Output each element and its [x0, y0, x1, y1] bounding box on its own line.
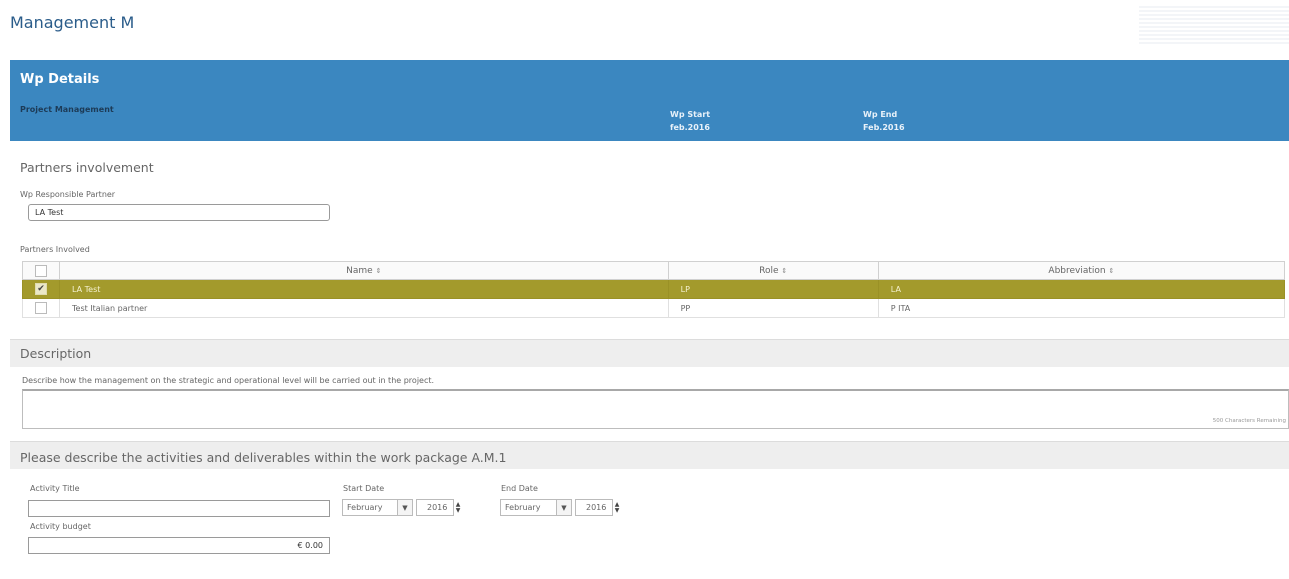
activity-budget-label: Activity budget	[30, 522, 91, 531]
description-section-title: Description	[20, 346, 92, 361]
chevron-down-icon[interactable]: ▼	[556, 499, 572, 516]
end-year-value: 2016	[586, 503, 607, 512]
start-month-value: February	[347, 503, 383, 512]
partner-abbreviation: P ITA	[877, 298, 1286, 318]
responsible-partner-field[interactable]: LA Test	[28, 204, 330, 221]
partner-name: Test Italian partner	[59, 298, 669, 318]
description-prompt: Describe how the management on the strat…	[22, 376, 435, 385]
partners-table: Name ⇕ Role ⇕ Abbreviation ⇕ ✔ LA Test L…	[22, 261, 1286, 318]
sort-icon[interactable]: ⇕	[1109, 267, 1115, 275]
wp-end-value: Feb.2016	[863, 123, 905, 132]
activity-title-label: Activity Title	[30, 484, 80, 493]
end-year-spinner-icon[interactable]: ▲ ▼	[612, 499, 622, 516]
characters-remaining: 500 Characters Remaining	[1212, 418, 1286, 424]
select-all-header[interactable]	[22, 261, 60, 280]
partners-section-title: Partners involvement	[20, 160, 154, 175]
end-date-label: End Date	[501, 484, 538, 493]
wp-details-title: Wp Details	[20, 72, 100, 87]
activity-budget-value: € 0.00	[297, 541, 323, 550]
description-section-band	[10, 339, 1289, 367]
chevron-down-icon[interactable]: ▼	[397, 499, 413, 516]
table-row[interactable]: ✔ LA Test LP LA	[22, 279, 1286, 299]
row-checkbox[interactable]	[35, 302, 47, 314]
responsible-partner-value: LA Test	[35, 208, 64, 217]
start-year-value: 2016	[427, 503, 448, 512]
responsible-partner-label: Wp Responsible Partner	[20, 190, 116, 199]
row-checkbox-checked[interactable]: ✔	[35, 283, 47, 295]
partners-involved-label: Partners Involved	[20, 245, 90, 254]
wp-details-header: Wp Details Project Management Wp Start f…	[10, 60, 1289, 141]
activity-budget-input[interactable]: € 0.00	[28, 537, 330, 554]
table-header-row: Name ⇕ Role ⇕ Abbreviation ⇕	[22, 261, 1286, 280]
partner-name: LA Test	[59, 279, 669, 299]
description-textarea[interactable]: 500 Characters Remaining	[22, 389, 1289, 429]
end-year-input[interactable]: 2016	[575, 499, 613, 516]
partner-abbreviation: LA	[877, 279, 1286, 299]
row-select-cell[interactable]	[22, 298, 60, 318]
wp-project-name: Project Management	[20, 105, 114, 114]
wp-start-label: Wp Start	[670, 110, 711, 119]
decorative-banner	[1139, 6, 1289, 44]
partner-role: PP	[667, 298, 879, 318]
activity-title-input[interactable]	[28, 500, 330, 517]
start-year-input[interactable]: 2016	[416, 499, 454, 516]
partner-role: LP	[667, 279, 879, 299]
table-row[interactable]: Test Italian partner PP P ITA	[22, 298, 1286, 318]
column-header-abbreviation[interactable]: Abbreviation ⇕	[877, 261, 1286, 280]
column-header-name[interactable]: Name ⇕	[59, 261, 669, 280]
start-date-label: Start Date	[343, 484, 385, 493]
wp-end: Wp End Feb.2016	[863, 108, 905, 134]
start-year-spinner-icon[interactable]: ▲ ▼	[453, 499, 463, 516]
wp-start: Wp Start feb.2016	[670, 108, 710, 134]
page-title: Management M	[10, 13, 135, 32]
wp-start-value: feb.2016	[670, 123, 710, 132]
sort-icon[interactable]: ⇕	[376, 267, 382, 275]
start-month-select[interactable]: February	[342, 499, 398, 516]
select-all-checkbox[interactable]	[35, 264, 47, 277]
wp-end-label: Wp End	[863, 110, 898, 119]
sort-icon[interactable]: ⇕	[781, 267, 787, 275]
activities-section-title: Please describe the activities and deliv…	[20, 450, 507, 465]
end-month-value: February	[505, 503, 541, 512]
column-header-role[interactable]: Role ⇕	[667, 261, 879, 280]
end-month-select[interactable]: February	[500, 499, 557, 516]
row-select-cell[interactable]: ✔	[22, 279, 60, 299]
